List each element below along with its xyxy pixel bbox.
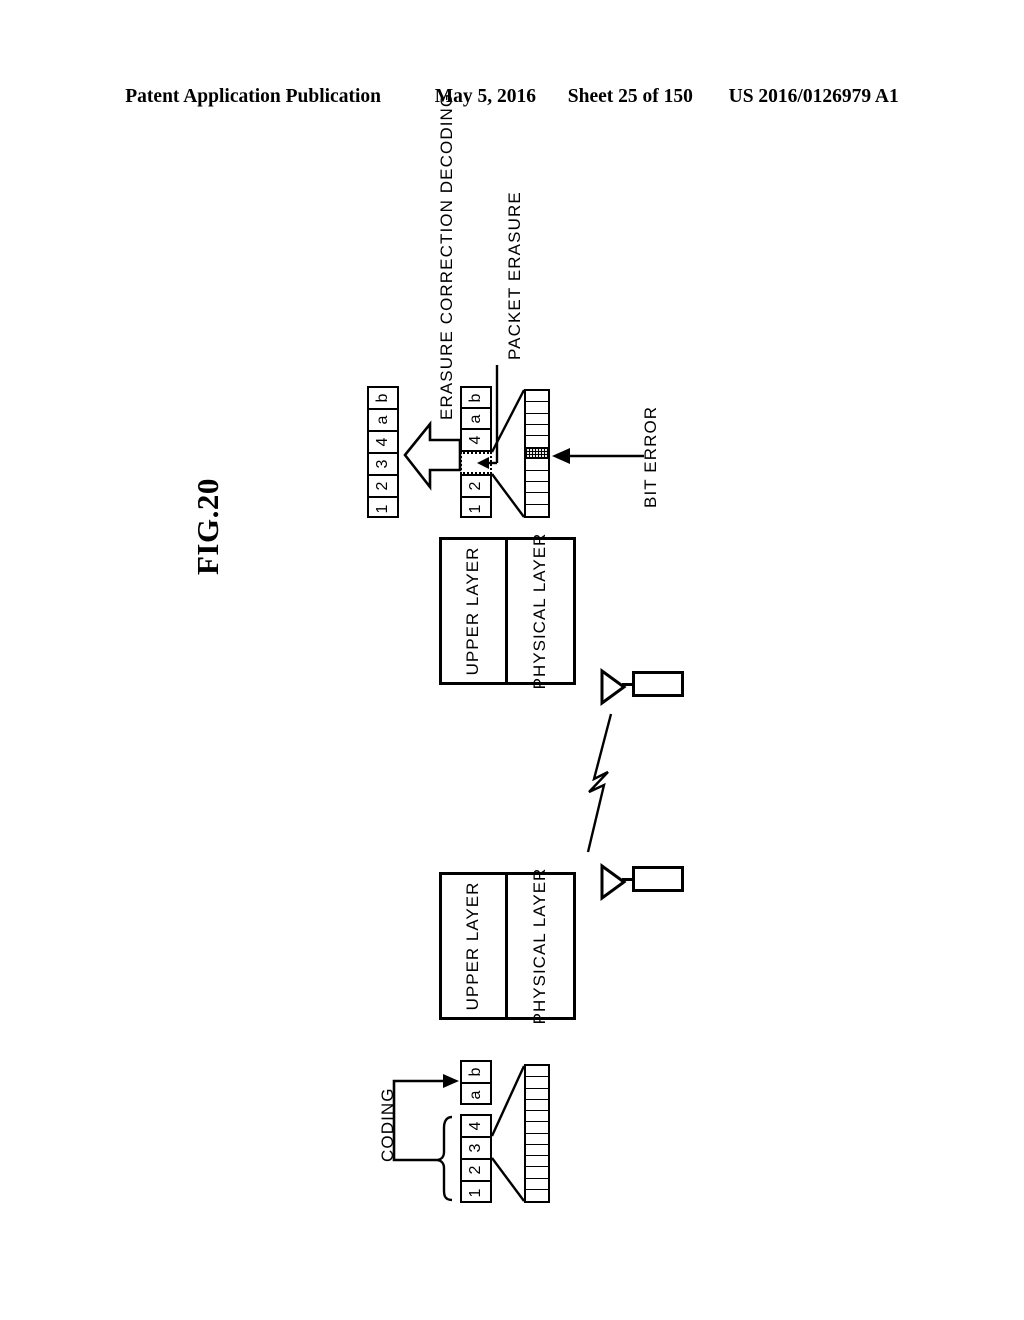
receiver-antenna <box>600 668 684 706</box>
packet-cell: 2 <box>462 1160 490 1182</box>
packet-cell: 3 <box>462 1138 490 1160</box>
transmitter-physical-layer-label: PHYSICAL LAYER <box>530 867 550 1025</box>
bit-cell <box>526 1111 548 1123</box>
bit-cell <box>526 1134 548 1145</box>
packet-cell: 1 <box>467 504 484 514</box>
bit-cell <box>526 1122 548 1134</box>
packet-cell: b <box>462 1062 490 1084</box>
caption-packet-erasure: PACKET ERASURE <box>505 191 524 360</box>
receiver-protocol-stack: UPPER LAYER PHYSICAL LAYER <box>439 533 576 690</box>
header-publication: Patent Application Publication <box>125 86 381 107</box>
caption-erasure-correction-decoding: ERASURE CORRECTION DECODING <box>437 92 456 420</box>
caption-coding: CODING <box>378 1087 397 1162</box>
packet-cell: a <box>462 409 490 430</box>
bit-cell <box>526 1100 548 1111</box>
bit-cell <box>526 493 548 505</box>
figure-label: FIG.20 <box>190 478 225 575</box>
coding-leader-path <box>392 1079 448 1162</box>
packet-cell: 2 <box>462 476 490 498</box>
header-document-number: US 2016/0126979 A1 <box>728 86 899 107</box>
receiver-upper-layer-cell: UPPER LAYER <box>442 540 508 682</box>
wireless-channel-bolt <box>586 713 613 853</box>
bit-cell <box>526 1156 548 1168</box>
packet-cell: 3 <box>369 454 397 476</box>
bit-cell <box>526 1077 548 1089</box>
received-packet-sequence-lower: 2 1 <box>460 474 492 518</box>
packet-cell: b <box>462 388 490 409</box>
coding-arrow-head <box>443 1074 459 1088</box>
information-packet-sequence: 4 3 2 1 <box>460 1114 492 1203</box>
received-packet-sequence-upper: b a 4 <box>460 386 492 452</box>
receiver-antenna-stem <box>622 683 634 686</box>
transmitter-antenna-body <box>632 866 684 892</box>
packet-cell: a <box>369 410 397 432</box>
packet-cell: b <box>369 388 397 410</box>
transmitter-physical-layer-cell: PHYSICAL LAYER <box>508 868 574 1025</box>
bit-cell <box>526 459 548 471</box>
bit-error-cell <box>526 447 548 460</box>
parity-packet-sequence: b a <box>460 1060 492 1105</box>
transmitter-upper-layer-cell: UPPER LAYER <box>442 875 508 1017</box>
bit-cell <box>526 471 548 482</box>
bit-cell <box>526 482 548 494</box>
rx-connector-lower <box>491 473 525 518</box>
transmitter-protocol-stack: UPPER LAYER PHYSICAL LAYER <box>439 868 576 1025</box>
information-packet-brace <box>435 1115 453 1202</box>
receiver-physical-layer-label: PHYSICAL LAYER <box>530 532 550 690</box>
packet-cell: 2 <box>369 476 397 498</box>
bit-cell <box>526 436 548 448</box>
packet-cell: a <box>467 1090 484 1100</box>
bit-cell <box>526 1145 548 1156</box>
bit-error-arrow-head <box>552 448 570 464</box>
packet-cell: 1 <box>467 1188 484 1197</box>
bit-cell <box>526 414 548 426</box>
transmitter-antenna-stem <box>622 878 634 881</box>
receiver-antenna-body <box>632 671 684 697</box>
header-sheet: Sheet 25 of 150 <box>567 86 693 107</box>
tx-connector-upper <box>490 1065 526 1137</box>
caption-bit-error: BIT ERROR <box>641 405 660 508</box>
receiver-bitstream <box>524 389 550 518</box>
bit-cell <box>526 1167 548 1179</box>
rx-connector-upper <box>490 389 526 453</box>
packet-cell: 1 <box>374 504 391 514</box>
bit-cell <box>526 391 548 403</box>
bit-cell <box>526 1066 548 1078</box>
tx-connector-lower <box>491 1157 525 1202</box>
erased-packet-cell <box>460 452 492 474</box>
transmitter-upper-layer-label: UPPER LAYER <box>463 881 483 1011</box>
packet-cell: 4 <box>467 435 484 445</box>
receiver-physical-layer-cell: PHYSICAL LAYER <box>508 533 574 690</box>
bit-cell <box>526 1179 548 1190</box>
bit-cell <box>526 505 548 516</box>
bit-cell <box>526 425 548 437</box>
decoded-packet-sequence: b a 4 3 2 1 <box>367 386 399 518</box>
bit-cell <box>526 402 548 414</box>
transmitter-bitstream <box>524 1064 550 1203</box>
erasure-decoding-block-arrow <box>403 420 462 491</box>
packet-cell: 4 <box>462 1116 490 1138</box>
bit-cell <box>526 1190 548 1201</box>
page-header: Patent Application Publication May 5, 20… <box>0 86 1024 108</box>
packet-cell: 4 <box>369 432 397 454</box>
transmitter-antenna <box>600 863 684 901</box>
receiver-upper-layer-label: UPPER LAYER <box>463 546 483 676</box>
bit-cell <box>526 1089 548 1100</box>
